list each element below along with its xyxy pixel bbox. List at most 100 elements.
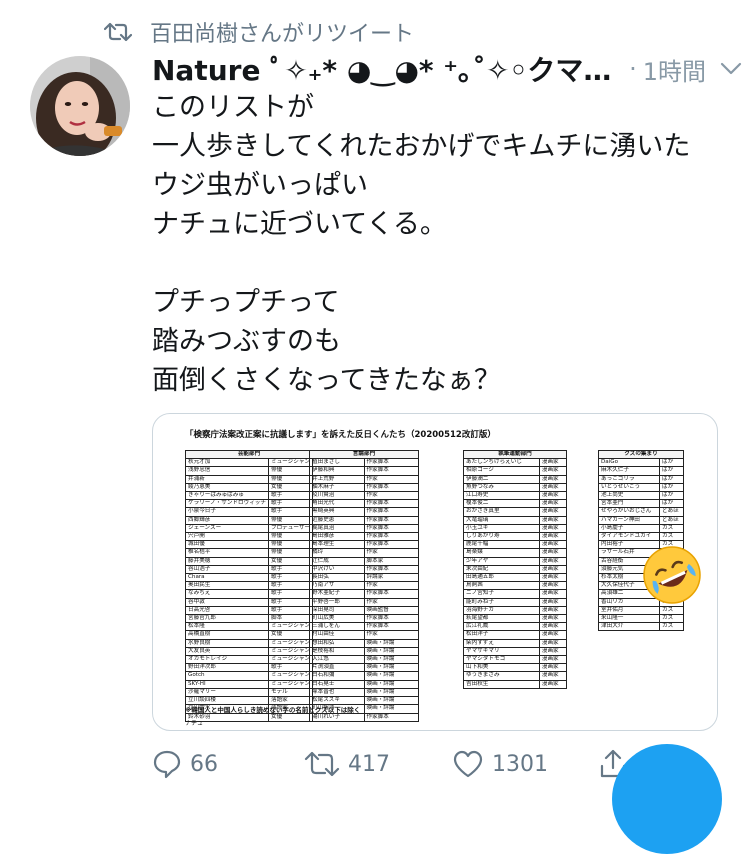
table-row: ハマカーン神田 どあほ bbox=[598, 515, 685, 525]
table-row: 西郷輝彦 俳優 bbox=[185, 515, 314, 525]
table-row: 浅野忠信 俳優 bbox=[185, 466, 314, 476]
table-cell: 漫画家 bbox=[538, 679, 568, 689]
table-row: 広江礼威 漫画家 bbox=[463, 622, 568, 632]
table-cell: 三浦しをん bbox=[309, 622, 365, 632]
table-row: 白石和彌 映画・評論 bbox=[309, 671, 419, 681]
table-cell: 映画・評論 bbox=[363, 663, 419, 673]
tweet-line: プチっプチって bbox=[152, 287, 340, 318]
table-cell: 漫画家 bbox=[538, 597, 568, 607]
table-row: 塚本晋也 映画・評論 bbox=[309, 687, 419, 698]
table-cell: 漫画家 bbox=[538, 564, 568, 575]
retweet-button[interactable]: 417 bbox=[304, 746, 390, 782]
table-row: 村山由佳 作家 bbox=[309, 630, 419, 640]
tweet-line: 面倒くさくなってきたなぁ？ bbox=[152, 365, 501, 396]
table-cell: ニノ宮知子 bbox=[463, 589, 540, 599]
table-row: 片渕須直 映画・評論 bbox=[309, 663, 419, 673]
table-cell: 作家脚本 bbox=[363, 564, 419, 575]
compose-fab-button[interactable] bbox=[612, 744, 722, 854]
table-row: 入江悠 映画・評論 bbox=[309, 655, 419, 665]
table-row: 近藤史恵 作家脚本 bbox=[309, 515, 419, 525]
attached-image-card[interactable]: 「検察庁法案改正案に抗議します」を訴えた反日くんたち（20200512改訂版） … bbox=[152, 413, 718, 731]
table-cell: 作家 bbox=[363, 630, 419, 640]
table-cell: 作家脚本 bbox=[363, 466, 419, 476]
table-cell: 柴内すずえ bbox=[463, 638, 540, 648]
table-row: ヤマシタトモコ 漫画家 bbox=[463, 655, 568, 665]
table-cell: 脚本家 bbox=[363, 556, 419, 566]
table-row: なみちえ 歌手 bbox=[185, 589, 314, 599]
table-cell: 作家脚本 bbox=[363, 499, 419, 509]
table-cell: 女優 bbox=[267, 482, 314, 493]
table-cell: 白石和彌 bbox=[309, 671, 365, 681]
table-row: 角田光代 作家脚本 bbox=[309, 499, 419, 509]
table-cell: 椎名桔平 bbox=[185, 548, 269, 558]
table-row: 江口寿史 漫画家 bbox=[463, 491, 568, 501]
table-row: 島本理生 作家脚本 bbox=[309, 540, 419, 550]
table-cell: 松田洋子 bbox=[463, 630, 540, 640]
reply-icon bbox=[153, 750, 181, 779]
table-cell: 作家脚本 bbox=[363, 589, 419, 599]
table-row: ヤマザキマリ 漫画家 bbox=[463, 646, 568, 657]
table-row: きゃりーぱみゅぱみゅ 歌手 bbox=[185, 491, 314, 501]
table-cell: 池上尚史 bbox=[598, 491, 660, 501]
document-signature: ナチュ bbox=[185, 720, 204, 727]
table-cell: 漫画家 bbox=[538, 589, 568, 599]
table-row: 津田大介 カス bbox=[598, 622, 685, 632]
table-cell: 津田大介 bbox=[598, 622, 660, 632]
table-row: ダイアモンドユカイ カス bbox=[598, 532, 685, 542]
display-name[interactable]: Nature ﾟ✧₊* ◕‿◕* ⁺｡˚✧◦クマ… bbox=[152, 49, 611, 89]
table-cell: 歌手 bbox=[267, 507, 314, 517]
retweet-header-text: 百田尚樹さんがリツイート bbox=[150, 22, 415, 47]
table-row: 平野啓一郎 作家 bbox=[309, 597, 419, 607]
retweet-icon bbox=[304, 751, 340, 777]
avatar[interactable] bbox=[30, 56, 130, 156]
reply-button[interactable]: 66 bbox=[152, 746, 218, 782]
table-cell: 島本理生 bbox=[309, 540, 365, 550]
table-cell: ばか bbox=[658, 482, 685, 493]
table-row: 谷山浩子 歌手 bbox=[185, 564, 314, 575]
retweet-icon bbox=[104, 22, 132, 42]
table-row: 秋元才加 ミュージシャン bbox=[185, 458, 314, 468]
table-cell: 作家脚本 bbox=[363, 482, 419, 493]
table-row: 鹿尾千幅 漫画家 bbox=[463, 540, 568, 550]
table-cell: 黒崎英典 bbox=[309, 507, 365, 517]
table-cell: 作家脚本 bbox=[363, 507, 419, 517]
like-button[interactable]: 1301 bbox=[452, 746, 548, 782]
table-cell: ミュージシャン bbox=[267, 622, 314, 632]
table-cell: 漫画家 bbox=[538, 540, 568, 550]
table-row: 萩尾望都 漫画家 bbox=[463, 614, 568, 624]
table-cell: 日高光啓 bbox=[185, 605, 269, 616]
table-row: 綾乃恵美 女優 bbox=[185, 482, 314, 493]
retweet-header[interactable]: 百田尚樹さんがリツイート bbox=[104, 14, 414, 50]
table-cell: 浅野忠信 bbox=[185, 466, 269, 476]
tweet-time[interactable]: · 1時間 bbox=[625, 52, 742, 87]
table-cell: 映画・評論 bbox=[363, 696, 419, 706]
table-cell: 漫画家 bbox=[538, 482, 568, 493]
table-cell: 作家脚本 bbox=[363, 614, 419, 624]
table-row: 三浦しをん 作家脚本 bbox=[309, 622, 419, 632]
table-cell: モデル bbox=[267, 687, 314, 698]
table-cell: 作家脚本 bbox=[363, 622, 419, 632]
table-cell: 作家脚本 bbox=[363, 458, 419, 468]
table-row: 黒崎英典 作家脚本 bbox=[309, 507, 419, 517]
table-row: 少年アヤ 漫画家 bbox=[463, 556, 568, 566]
table-row: 乃南アサ 作家 bbox=[309, 581, 419, 591]
document-title: 「検察庁法案改正案に抗議します」を訴えた反日くんたち（20200512改訂版） bbox=[185, 430, 496, 440]
table-cell: 作家脚本 bbox=[363, 712, 419, 722]
table-cell: ハマカーン神田 bbox=[598, 515, 660, 525]
table-cell: 平野啓一郎 bbox=[309, 597, 365, 607]
table-row: 城田優 俳優 bbox=[185, 540, 314, 550]
name-table: 執筆運動部門 あたしンちけらえいじ 漫画家 相原コージ 漫画家 伊藤潤二 漫画家 魚野つなみ漫… bbox=[463, 449, 568, 689]
table-row: 鈴木砂羽 女優 bbox=[185, 712, 314, 722]
table-cell: 相原コージ bbox=[463, 466, 540, 476]
table-cell: 町山広美 bbox=[309, 614, 365, 624]
tweet-header: Nature ﾟ✧₊* ◕‿◕* ⁺｡˚✧◦クマ… · 1時間 bbox=[152, 48, 742, 90]
table-row: 宮本亜門 ばか bbox=[598, 499, 685, 509]
table-row: 伊藤和典 作家脚本 bbox=[309, 466, 419, 476]
table-cell: 漫画家 bbox=[538, 515, 568, 525]
chevron-down-icon[interactable] bbox=[720, 62, 742, 76]
table-cell: 漫画家 bbox=[538, 671, 568, 681]
table-row: 是枝裕和 映画・評論 bbox=[309, 646, 419, 657]
table-cell: 作家脚本 bbox=[363, 540, 419, 550]
table-cell: 漫画家 bbox=[538, 655, 568, 665]
